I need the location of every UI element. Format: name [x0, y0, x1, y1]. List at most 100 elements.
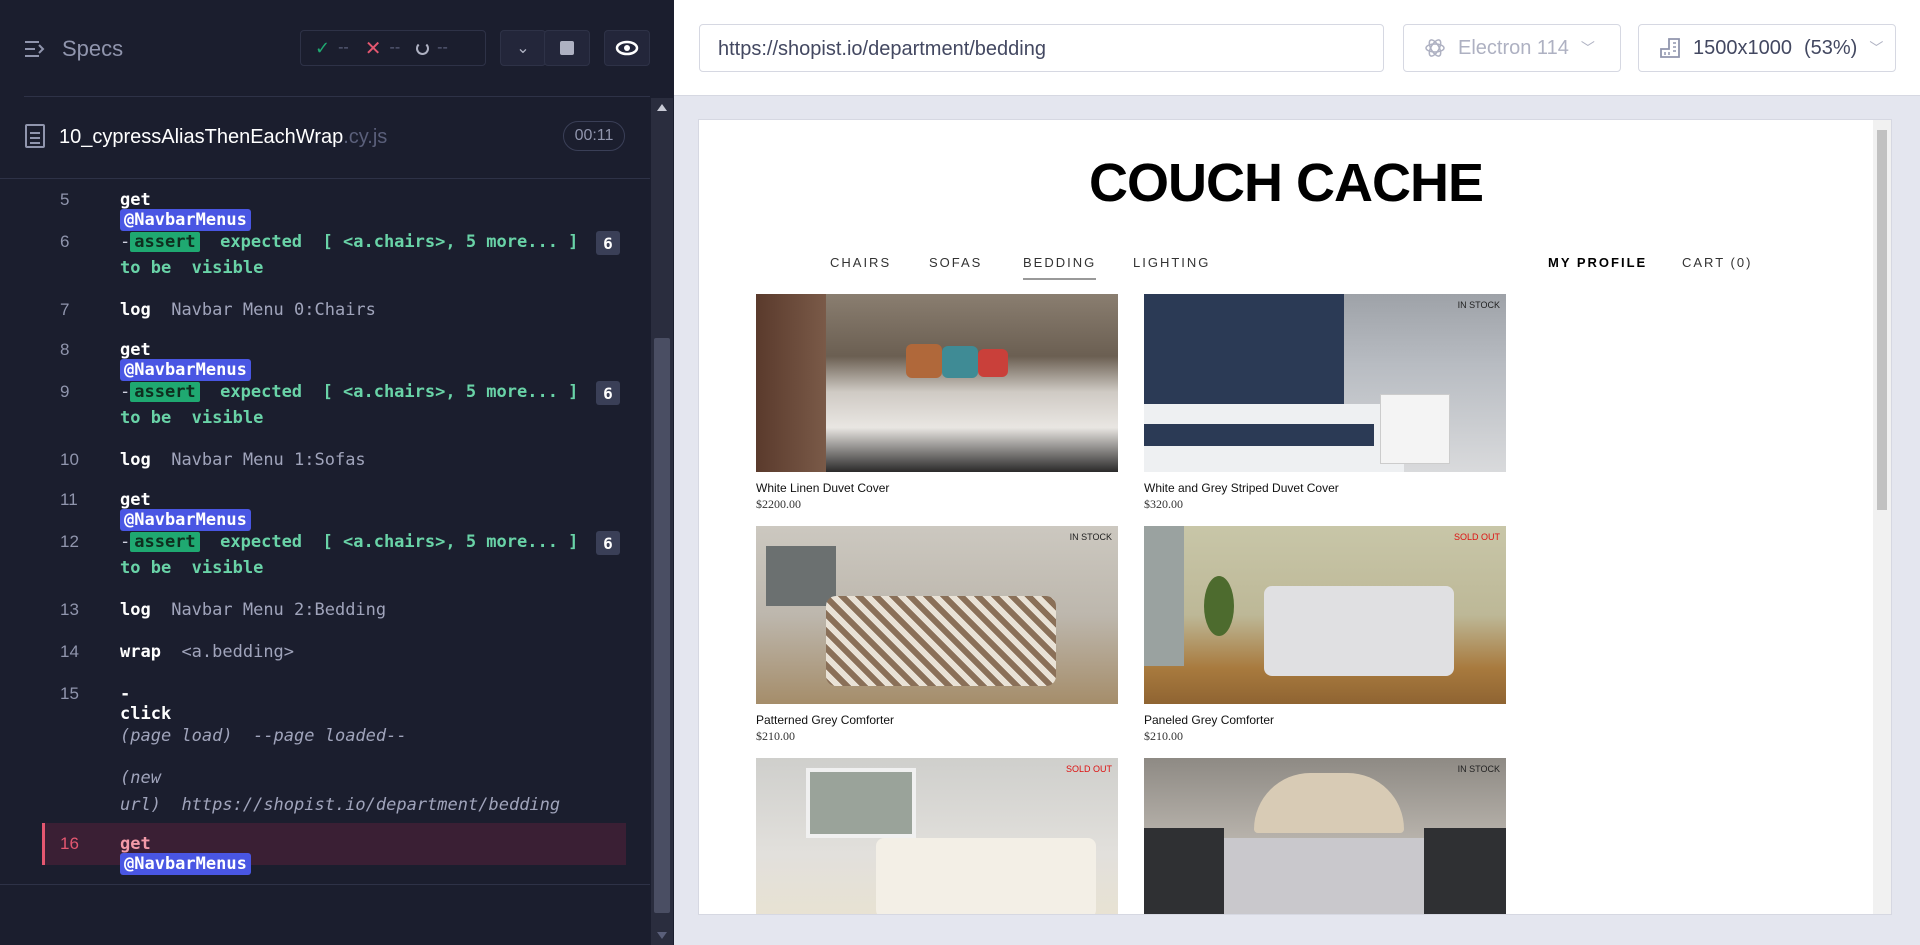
- command-message: <a.bedding>: [181, 642, 295, 662]
- viewport-selector[interactable]: 1500x1000 (53%) ﹀: [1638, 24, 1896, 72]
- product-price: $210.00: [1144, 729, 1183, 743]
- command-prefix: -: [120, 232, 131, 252]
- passed-stat: ✓ --: [315, 38, 349, 59]
- command-name: log: [120, 450, 151, 470]
- product-image[interactable]: SOLD OUT: [1144, 526, 1506, 704]
- scrollbar-thumb[interactable]: [654, 338, 670, 913]
- event-message: --page loaded--: [253, 726, 407, 746]
- scrollbar-thumb[interactable]: [1877, 130, 1887, 510]
- stop-button[interactable]: [544, 30, 590, 66]
- product-name[interactable]: Paneled Grey Comforter: [1144, 713, 1506, 727]
- passed-count: --: [338, 39, 349, 56]
- product-card[interactable]: SOLD OUT: [756, 758, 1118, 914]
- failed-count: --: [389, 39, 401, 56]
- sold-out-badge: SOLD OUT: [1065, 764, 1112, 774]
- element-count-badge: 6: [596, 531, 620, 555]
- spec-file-ext: .cy.js: [343, 126, 388, 148]
- nav-cart[interactable]: CART (0): [1682, 255, 1752, 270]
- event-name-cont: url): [120, 795, 161, 815]
- stop-icon: [560, 41, 574, 55]
- site-logo[interactable]: COUCH CACHE: [699, 152, 1873, 214]
- command-name: get: [120, 834, 151, 854]
- menu-collapse-icon: [25, 41, 45, 57]
- command-name: wrap: [120, 642, 161, 662]
- pending-stat: --: [416, 39, 448, 57]
- assert-target: [ <a.chairs>, 5 more... ]: [322, 232, 579, 252]
- stock-badge: IN STOCK: [1069, 532, 1112, 542]
- product-image[interactable]: [756, 294, 1118, 472]
- browser-name: Electron 114: [1458, 36, 1569, 59]
- assert-message: to be: [120, 258, 172, 278]
- product-price: $320.00: [1144, 497, 1183, 511]
- chevron-down-icon: ⌄: [516, 40, 530, 57]
- check-icon: ✓: [315, 37, 331, 58]
- product-image[interactable]: IN STOCK: [1144, 758, 1506, 914]
- spec-file-name[interactable]: 10_cypressAliasThenEachWrap.cy.js: [59, 126, 387, 149]
- assert-message: visible: [191, 408, 264, 428]
- command-number: 9: [60, 382, 70, 401]
- assert-target: [ <a.chairs>, 5 more... ]: [322, 382, 579, 402]
- test-stats: ✓ -- ✕ -- --: [300, 30, 486, 66]
- command-log-panel: Specs ✓ -- ✕ -- -- ⌄ 10_cypressAliasThenEa…: [0, 0, 674, 945]
- command-message: Navbar Menu 2:Bedding: [171, 600, 387, 620]
- stock-badge: IN STOCK: [1457, 300, 1500, 310]
- assert-target: [ <a.chairs>, 5 more... ]: [322, 532, 579, 552]
- command-prefix: -: [120, 382, 131, 402]
- command-number: 6: [60, 232, 70, 251]
- product-card[interactable]: SOLD OUT Paneled Grey Comforter $210.00: [1144, 526, 1506, 744]
- electron-icon: [1425, 39, 1445, 57]
- scroll-up-arrow-icon[interactable]: [657, 104, 667, 111]
- assert-message: expected: [220, 532, 303, 552]
- product-price: $210.00: [756, 729, 795, 743]
- nav-chairs[interactable]: CHAIRS: [830, 255, 891, 270]
- product-name[interactable]: Patterned Grey Comforter: [756, 713, 1118, 727]
- event-name: (page load): [120, 726, 233, 746]
- command-name: log: [120, 600, 151, 620]
- command-number: 15: [60, 684, 79, 703]
- chevron-down-icon: ﹀: [1580, 40, 1595, 56]
- specs-toggle[interactable]: Specs: [24, 36, 123, 62]
- product-name[interactable]: White and Grey Striped Duvet Cover: [1144, 481, 1506, 495]
- assert-badge: assert: [130, 382, 200, 402]
- divider: [0, 884, 650, 885]
- command-number: 5: [60, 190, 70, 209]
- command-message: Navbar Menu 0:Chairs: [171, 300, 376, 320]
- product-image[interactable]: SOLD OUT: [756, 758, 1118, 914]
- product-card[interactable]: White Linen Duvet Cover $2200.00: [756, 294, 1118, 512]
- product-card[interactable]: IN STOCK: [1144, 758, 1506, 914]
- url-bar[interactable]: https://shopist.io/department/bedding: [699, 24, 1384, 72]
- command-message: Navbar Menu 1:Sofas: [171, 450, 366, 470]
- assert-message: visible: [191, 258, 264, 278]
- nav-bedding[interactable]: BEDDING: [1023, 255, 1097, 280]
- browser-selector[interactable]: Electron 114 ﹀: [1403, 24, 1621, 72]
- collapse-button[interactable]: ⌄: [500, 30, 546, 66]
- stock-badge: IN STOCK: [1457, 764, 1500, 774]
- command-number: 11: [60, 490, 78, 509]
- alias-badge: @NavbarMenus: [120, 359, 251, 381]
- x-icon: ✕: [364, 37, 382, 60]
- command-name: log: [120, 300, 151, 320]
- command-name: -click: [120, 684, 172, 724]
- spec-file-basename: 10_cypressAliasThenEachWrap: [59, 126, 344, 148]
- command-log-scrollbar[interactable]: [651, 98, 673, 945]
- nav-lighting[interactable]: LIGHTING: [1133, 255, 1210, 270]
- command-name: get: [120, 190, 151, 210]
- product-card[interactable]: IN STOCK White and Grey Striped Duvet Co…: [1144, 294, 1506, 512]
- aut-header: https://shopist.io/department/bedding El…: [674, 0, 1920, 96]
- element-count-badge: 6: [596, 381, 620, 405]
- viewport-size: 1500x1000: [1693, 36, 1792, 59]
- chevron-down-icon: ﹀: [1869, 40, 1884, 56]
- selector-playground-button[interactable]: [604, 30, 650, 66]
- scroll-down-arrow-icon[interactable]: [657, 932, 667, 939]
- product-image[interactable]: IN STOCK: [756, 526, 1118, 704]
- aut-iframe: COUCH CACHE CHAIRS SOFAS BEDDING LIGHTIN…: [699, 120, 1891, 914]
- product-image[interactable]: IN STOCK: [1144, 294, 1506, 472]
- command-number: 14: [60, 642, 79, 661]
- ruler-icon: [1660, 38, 1680, 58]
- nav-sofas[interactable]: SOFAS: [929, 255, 982, 270]
- product-card[interactable]: IN STOCK Patterned Grey Comforter $210.0…: [756, 526, 1118, 744]
- nav-my-profile[interactable]: MY PROFILE: [1548, 255, 1647, 270]
- assert-message: expected: [220, 232, 303, 252]
- aut-scrollbar[interactable]: [1873, 120, 1891, 914]
- product-name[interactable]: White Linen Duvet Cover: [756, 481, 1118, 495]
